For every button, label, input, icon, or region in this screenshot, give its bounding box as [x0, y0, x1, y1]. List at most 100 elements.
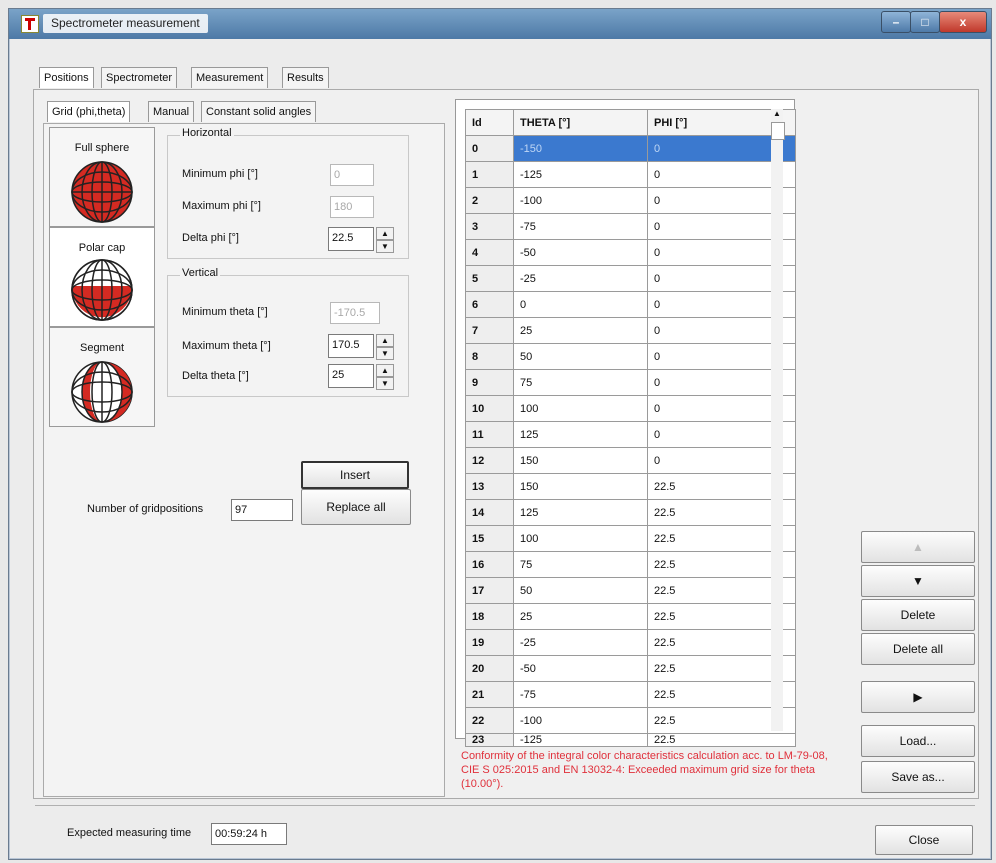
cell-theta[interactable]: -75 — [513, 213, 648, 240]
cell-id[interactable]: 14 — [465, 499, 514, 526]
delete-all-button[interactable]: Delete all — [861, 633, 975, 665]
tab-results[interactable]: Results — [282, 67, 329, 88]
cell-theta[interactable]: 100 — [513, 395, 648, 422]
close-button[interactable]: Close — [875, 825, 973, 855]
cell-theta[interactable]: 50 — [513, 577, 648, 604]
cell-theta[interactable]: 75 — [513, 551, 648, 578]
save-as-button[interactable]: Save as... — [861, 761, 975, 793]
scroll-thumb[interactable] — [771, 122, 785, 140]
minimize-button[interactable]: – — [881, 11, 911, 33]
cell-theta[interactable]: -25 — [513, 629, 648, 656]
cell-phi[interactable]: 22.5 — [647, 733, 796, 747]
spin-down-icon[interactable]: ▼ — [376, 347, 394, 360]
col-header-id[interactable]: Id — [465, 109, 514, 136]
cell-id[interactable]: 22 — [465, 707, 514, 734]
spin-down-icon[interactable]: ▼ — [376, 377, 394, 390]
delta-theta-spinner[interactable]: ▲ ▼ — [376, 364, 394, 390]
cell-theta[interactable]: 25 — [513, 317, 648, 344]
tab-positions[interactable]: Positions — [39, 67, 94, 88]
cell-id[interactable]: 18 — [465, 603, 514, 630]
cell-id[interactable]: 13 — [465, 473, 514, 500]
table-row[interactable]: 9 75 0 — [465, 369, 796, 396]
cell-id[interactable]: 5 — [465, 265, 514, 292]
table-row[interactable]: 4 -50 0 — [465, 239, 796, 266]
tab-measurement[interactable]: Measurement — [191, 67, 269, 88]
cell-id[interactable]: 10 — [465, 395, 514, 422]
table-row[interactable]: 11 125 0 — [465, 421, 796, 448]
cell-id[interactable]: 17 — [465, 577, 514, 604]
col-header-theta[interactable]: THETA [°] — [513, 109, 648, 136]
cell-theta[interactable]: -100 — [513, 187, 648, 214]
cell-id[interactable]: 21 — [465, 681, 514, 708]
table-row[interactable]: 3 -75 0 — [465, 213, 796, 240]
cell-id[interactable]: 19 — [465, 629, 514, 656]
close-window-button[interactable]: x — [939, 11, 987, 33]
cell-id[interactable]: 2 — [465, 187, 514, 214]
cell-theta[interactable]: 125 — [513, 499, 648, 526]
table-row[interactable]: 23 -125 22.5 — [465, 733, 796, 747]
cell-theta[interactable]: 25 — [513, 603, 648, 630]
table-row[interactable]: 7 25 0 — [465, 317, 796, 344]
table-row[interactable]: 20 -50 22.5 — [465, 655, 796, 682]
cell-theta[interactable]: -75 — [513, 681, 648, 708]
full-sphere-button[interactable]: Full sphere — [49, 127, 155, 227]
cell-id[interactable]: 12 — [465, 447, 514, 474]
cell-theta[interactable]: -50 — [513, 655, 648, 682]
cell-id[interactable]: 23 — [465, 733, 514, 747]
cell-theta[interactable]: 100 — [513, 525, 648, 552]
table-row[interactable]: 13 150 22.5 — [465, 473, 796, 500]
cell-id[interactable]: 3 — [465, 213, 514, 240]
cell-id[interactable]: 16 — [465, 551, 514, 578]
cell-theta[interactable]: -125 — [513, 733, 648, 747]
table-row[interactable]: 21 -75 22.5 — [465, 681, 796, 708]
delta-theta-field[interactable]: 25 — [328, 364, 374, 388]
cell-theta[interactable]: -25 — [513, 265, 648, 292]
cell-id[interactable]: 1 — [465, 161, 514, 188]
max-theta-spinner[interactable]: ▲ ▼ — [376, 334, 394, 360]
cell-theta[interactable]: 75 — [513, 369, 648, 396]
cell-id[interactable]: 20 — [465, 655, 514, 682]
cell-id[interactable]: 6 — [465, 291, 514, 318]
cell-theta[interactable]: -150 — [513, 135, 648, 162]
cell-theta[interactable]: -100 — [513, 707, 648, 734]
max-theta-field[interactable]: 170.5 — [328, 334, 374, 358]
table-row[interactable]: 22 -100 22.5 — [465, 707, 796, 734]
title-bar[interactable]: Spectrometer measurement – □ x — [9, 9, 991, 39]
table-row[interactable]: 2 -100 0 — [465, 187, 796, 214]
table-row[interactable]: 12 150 0 — [465, 447, 796, 474]
tab-grid[interactable]: Grid (phi,theta) — [47, 101, 131, 122]
table-row[interactable]: 19 -25 22.5 — [465, 629, 796, 656]
move-down-button[interactable]: ▼ — [861, 565, 975, 597]
tab-manual[interactable]: Manual — [148, 101, 195, 122]
table-scrollbar[interactable]: ▲ — [771, 109, 785, 731]
segment-button[interactable]: Segment — [49, 327, 155, 427]
cell-id[interactable]: 0 — [465, 135, 514, 162]
play-button[interactable]: ▶ — [861, 681, 975, 713]
cell-theta[interactable]: 150 — [513, 473, 648, 500]
table-row[interactable]: 15 100 22.5 — [465, 525, 796, 552]
replace-all-button[interactable]: Replace all — [301, 489, 411, 525]
table-row[interactable]: 17 50 22.5 — [465, 577, 796, 604]
table-row[interactable]: 0 -150 0 — [465, 135, 796, 162]
cell-id[interactable]: 15 — [465, 525, 514, 552]
delta-phi-spinner[interactable]: ▲ ▼ — [376, 227, 394, 253]
scroll-up-icon[interactable]: ▲ — [771, 109, 783, 118]
table-row[interactable]: 16 75 22.5 — [465, 551, 796, 578]
cell-id[interactable]: 9 — [465, 369, 514, 396]
cell-theta[interactable]: 50 — [513, 343, 648, 370]
cell-theta[interactable]: -50 — [513, 239, 648, 266]
move-up-button[interactable]: ▲ — [861, 531, 975, 563]
tab-spectrometer[interactable]: Spectrometer — [101, 67, 178, 88]
cell-id[interactable]: 8 — [465, 343, 514, 370]
table-row[interactable]: 8 50 0 — [465, 343, 796, 370]
cell-id[interactable]: 7 — [465, 317, 514, 344]
delete-button[interactable]: Delete — [861, 599, 975, 631]
maximize-button[interactable]: □ — [910, 11, 940, 33]
delta-phi-field[interactable]: 22.5 — [328, 227, 374, 251]
table-row[interactable]: 600 — [465, 291, 796, 318]
cell-id[interactable]: 11 — [465, 421, 514, 448]
cell-theta[interactable]: 125 — [513, 421, 648, 448]
cell-theta[interactable]: 0 — [513, 291, 648, 318]
insert-button[interactable]: Insert — [301, 461, 409, 489]
tab-constant-solid-angles[interactable]: Constant solid angles — [201, 101, 317, 122]
